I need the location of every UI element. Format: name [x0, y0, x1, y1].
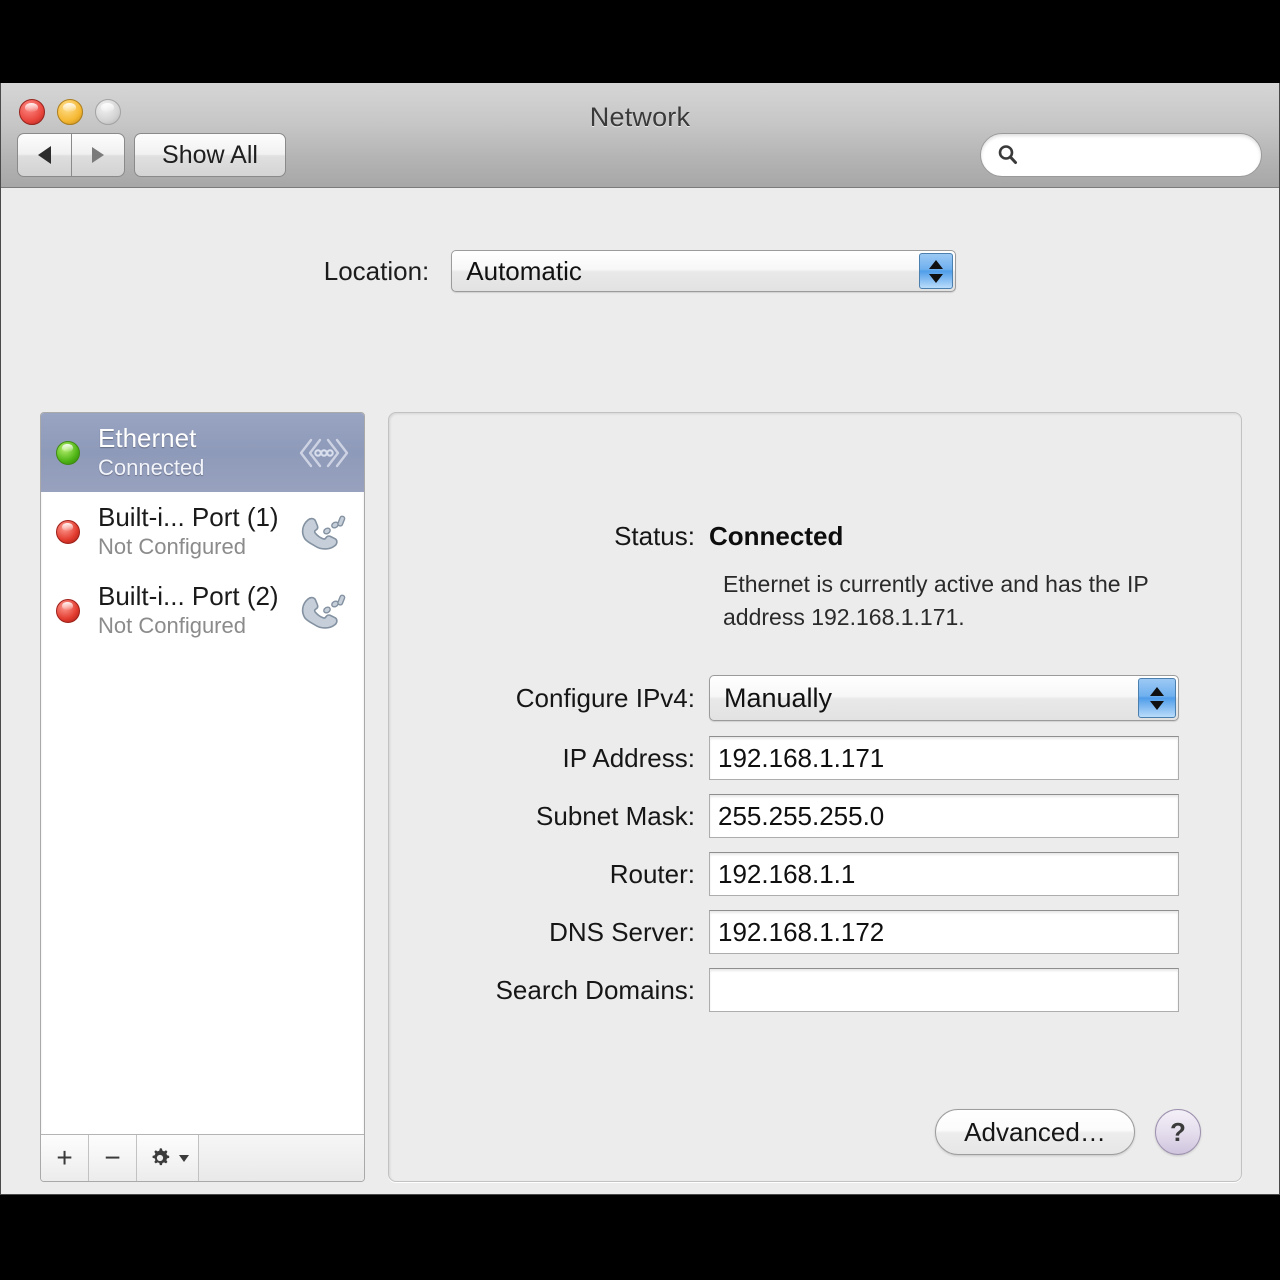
- service-status: Not Configured: [98, 612, 246, 638]
- status-description: Ethernet is currently active and has the…: [723, 571, 1149, 630]
- service-status: Connected: [98, 454, 205, 480]
- triangle-right-icon: [92, 147, 104, 163]
- toolbar-filler: [199, 1135, 364, 1181]
- modem-phone-icon: [296, 588, 352, 634]
- forward-button[interactable]: [71, 133, 125, 177]
- service-name: Built-i... Port (2): [98, 580, 279, 611]
- location-label: Location:: [323, 255, 430, 286]
- sidebar-item-builtin-port-1[interactable]: Built-i... Port (1) Not Configured: [41, 492, 364, 571]
- configure-ipv4-popup-button[interactable]: Manually: [709, 675, 1179, 721]
- status-dot-green: [56, 440, 80, 465]
- dns-server-row: DNS Server:: [389, 910, 1179, 954]
- search-domains-label: Search Domains:: [495, 974, 695, 1005]
- status-row: Status: Connected: [389, 521, 843, 552]
- service-list-toolbar: + −: [41, 1134, 364, 1181]
- ip-address-label: IP Address:: [562, 742, 696, 773]
- location-selected-value: Automatic: [466, 255, 582, 286]
- service-text: Built-i... Port (1) Not Configured: [98, 501, 296, 561]
- status-dot-red: [56, 598, 80, 623]
- help-button[interactable]: ?: [1155, 1109, 1201, 1155]
- search-field[interactable]: [980, 133, 1262, 177]
- sidebar-item-ethernet[interactable]: Ethernet Connected: [41, 413, 364, 492]
- service-list-panel: Ethernet Connected Built-i... Port (1) N…: [40, 412, 365, 1182]
- service-name: Ethernet: [98, 422, 197, 453]
- router-input[interactable]: [709, 852, 1179, 896]
- router-label: Router:: [609, 858, 695, 889]
- modem-phone-icon: [296, 509, 352, 555]
- configure-ipv4-row: Configure IPv4: Manually: [389, 675, 1179, 721]
- window-titlebar: Network Show All: [1, 83, 1279, 188]
- dns-server-input[interactable]: [709, 910, 1179, 954]
- service-name: Built-i... Port (1): [98, 501, 279, 532]
- ethernet-icon: [296, 433, 352, 473]
- status-value: Connected: [709, 521, 844, 551]
- chevron-updown-icon[interactable]: [919, 253, 954, 289]
- search-icon: [998, 145, 1017, 164]
- back-button[interactable]: [17, 133, 71, 177]
- location-row: Location: Automatic: [1, 250, 1279, 292]
- service-text: Built-i... Port (2) Not Configured: [98, 580, 296, 640]
- subnet-mask-label: Subnet Mask:: [536, 800, 695, 831]
- window-title: Network: [589, 102, 691, 132]
- navigation-buttons: [17, 133, 125, 177]
- subnet-mask-input[interactable]: [709, 794, 1179, 838]
- triangle-left-icon: [38, 146, 51, 164]
- service-status: Not Configured: [98, 533, 246, 559]
- location-popup-button[interactable]: Automatic: [451, 250, 957, 292]
- search-domains-input[interactable]: [709, 968, 1179, 1012]
- remove-service-button[interactable]: −: [89, 1135, 137, 1181]
- configure-ipv4-label: Configure IPv4:: [515, 682, 695, 713]
- service-actions-button[interactable]: [137, 1135, 199, 1181]
- search-input[interactable]: [1028, 143, 1248, 167]
- configure-ipv4-selected-value: Manually: [724, 682, 833, 713]
- subnet-mask-row: Subnet Mask:: [389, 794, 1179, 838]
- chevron-updown-icon[interactable]: [1138, 678, 1176, 718]
- sidebar-item-builtin-port-2[interactable]: Built-i... Port (2) Not Configured: [41, 571, 364, 650]
- service-list: Ethernet Connected Built-i... Port (1) N…: [41, 413, 364, 650]
- advanced-button[interactable]: Advanced…: [935, 1109, 1135, 1155]
- service-text: Ethernet Connected: [98, 422, 296, 482]
- search-domains-row: Search Domains:: [389, 968, 1179, 1012]
- ip-address-row: IP Address:: [389, 736, 1179, 780]
- ip-address-input[interactable]: [709, 736, 1179, 780]
- network-preferences-window: Network Show All Location: Automatic Eth…: [0, 83, 1280, 1195]
- status-dot-red: [56, 519, 80, 544]
- dns-server-label: DNS Server:: [549, 916, 695, 947]
- preferences-body: Location: Automatic Ethernet Connected B…: [1, 188, 1279, 1194]
- add-service-button[interactable]: +: [41, 1135, 89, 1181]
- status-label: Status:: [614, 521, 695, 551]
- chevron-down-icon: [178, 1154, 189, 1162]
- gear-icon: [152, 1148, 169, 1166]
- router-row: Router:: [389, 852, 1179, 896]
- configuration-panel: Status: Connected Ethernet is currently …: [388, 412, 1242, 1182]
- show-all-button[interactable]: Show All: [134, 133, 286, 177]
